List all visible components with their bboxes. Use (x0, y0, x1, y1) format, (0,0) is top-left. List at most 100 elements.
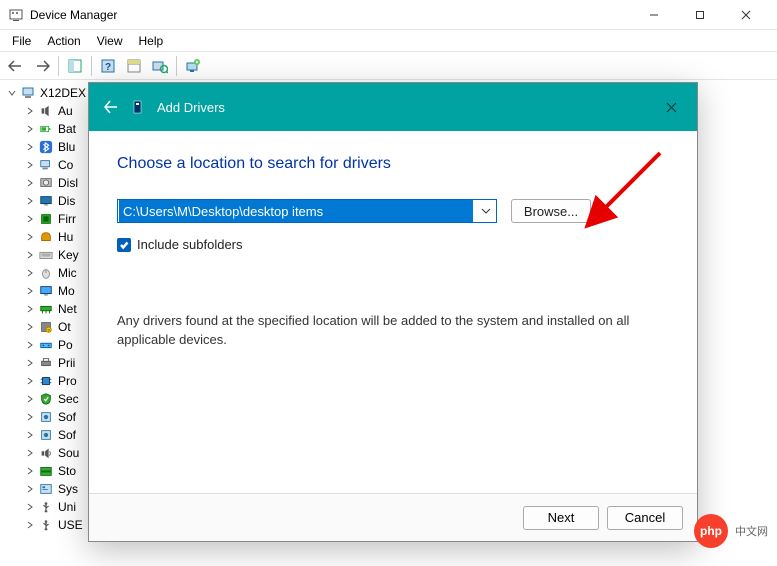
chevron-right-icon[interactable] (24, 105, 36, 117)
minimize-button[interactable] (631, 0, 677, 30)
close-button[interactable] (723, 0, 769, 30)
chevron-right-icon[interactable] (24, 375, 36, 387)
tree-item-label: Au (56, 104, 73, 118)
dialog-title: Add Drivers (157, 100, 225, 115)
tree-item-label: Sof (56, 428, 76, 442)
menu-action[interactable]: Action (39, 32, 88, 50)
chevron-right-icon[interactable] (24, 429, 36, 441)
computer-icon (20, 85, 36, 101)
sound-icon (38, 445, 54, 461)
menu-view[interactable]: View (89, 32, 131, 50)
svg-text:?: ? (105, 62, 111, 73)
security-icon (38, 391, 54, 407)
tree-item-label: Net (56, 302, 77, 316)
chevron-right-icon[interactable] (24, 231, 36, 243)
browse-button-label: Browse... (524, 204, 578, 219)
audio-icon (38, 103, 54, 119)
path-combobox[interactable] (117, 199, 497, 223)
chevron-right-icon[interactable] (24, 393, 36, 405)
dialog-heading: Choose a location to search for drivers (117, 155, 669, 173)
dialog-back-button[interactable] (101, 97, 121, 117)
browse-button[interactable]: Browse... (511, 199, 591, 223)
tree-item-label: Sys (56, 482, 78, 496)
chevron-right-icon[interactable] (24, 411, 36, 423)
chevron-right-icon[interactable] (24, 339, 36, 351)
software-icon (38, 427, 54, 443)
chevron-right-icon[interactable] (24, 465, 36, 477)
titlebar: Device Manager (0, 0, 777, 30)
chevron-right-icon[interactable] (24, 519, 36, 531)
chevron-down-icon[interactable] (6, 87, 18, 99)
usb-icon (38, 499, 54, 515)
chevron-right-icon[interactable] (24, 249, 36, 261)
chevron-right-icon[interactable] (24, 285, 36, 297)
window-controls (631, 0, 769, 30)
window-title: Device Manager (30, 8, 631, 22)
forward-button[interactable] (30, 54, 54, 78)
menubar: File Action View Help (0, 30, 777, 52)
toolbar-separator (91, 56, 92, 76)
tree-item-label: Uni (56, 500, 76, 514)
include-subfolders-label: Include subfolders (137, 237, 243, 252)
chevron-right-icon[interactable] (24, 267, 36, 279)
help-button[interactable]: ? (96, 54, 120, 78)
chevron-right-icon[interactable] (24, 321, 36, 333)
next-button-label: Next (548, 510, 575, 525)
chevron-right-icon[interactable] (24, 483, 36, 495)
include-subfolders-row[interactable]: Include subfolders (117, 237, 669, 252)
dialog-close-button[interactable] (657, 93, 685, 121)
path-input[interactable] (119, 200, 473, 222)
disk-icon (38, 175, 54, 191)
toolbar-separator (176, 56, 177, 76)
menu-help[interactable]: Help (131, 32, 172, 50)
chevron-down-icon[interactable] (474, 200, 496, 222)
chevron-right-icon[interactable] (24, 501, 36, 513)
usb-icon (38, 517, 54, 533)
tree-item-label: Ot (56, 320, 71, 334)
scan-hardware-button[interactable] (148, 54, 172, 78)
tree-item-label: Pro (56, 374, 77, 388)
mouse-icon (38, 265, 54, 281)
battery-icon (38, 121, 54, 137)
tree-item-label: Hu (56, 230, 73, 244)
port-icon (38, 337, 54, 353)
computer-icon (38, 157, 54, 173)
cancel-button[interactable]: Cancel (607, 506, 683, 530)
dialog-footer: Next Cancel (89, 493, 697, 541)
hid-icon (38, 229, 54, 245)
tree-root-label: X12DEX (38, 86, 86, 100)
maximize-button[interactable] (677, 0, 723, 30)
chevron-right-icon[interactable] (24, 447, 36, 459)
watermark-text: 中文网 (732, 522, 771, 540)
chevron-right-icon[interactable] (24, 177, 36, 189)
show-hide-console-button[interactable] (63, 54, 87, 78)
chevron-right-icon[interactable] (24, 141, 36, 153)
chevron-right-icon[interactable] (24, 213, 36, 225)
include-subfolders-checkbox[interactable] (117, 238, 131, 252)
tree-item-label: Blu (56, 140, 75, 154)
properties-button[interactable] (122, 54, 146, 78)
printqueue-icon (38, 355, 54, 371)
tree-item-label: Firr (56, 212, 76, 226)
display-icon (38, 193, 54, 209)
chevron-right-icon[interactable] (24, 159, 36, 171)
monitor-icon (38, 283, 54, 299)
chevron-right-icon[interactable] (24, 357, 36, 369)
tree-item-label: Prii (56, 356, 75, 370)
tree-item-label: Disl (56, 176, 78, 190)
firmware-icon (38, 211, 54, 227)
processor-icon (38, 373, 54, 389)
chevron-right-icon[interactable] (24, 303, 36, 315)
watermark: php 中文网 (694, 514, 771, 548)
keyboard-icon (38, 247, 54, 263)
tree-item-label: USE (56, 518, 83, 532)
chevron-right-icon[interactable] (24, 123, 36, 135)
dialog-hint: Any drivers found at the specified locat… (117, 312, 669, 350)
back-button[interactable] (4, 54, 28, 78)
next-button[interactable]: Next (523, 506, 599, 530)
tree-item-label: Mo (56, 284, 75, 298)
add-driver-button[interactable] (181, 54, 205, 78)
menu-file[interactable]: File (4, 32, 39, 50)
add-drivers-dialog: Add Drivers Choose a location to search … (88, 82, 698, 542)
chevron-right-icon[interactable] (24, 195, 36, 207)
